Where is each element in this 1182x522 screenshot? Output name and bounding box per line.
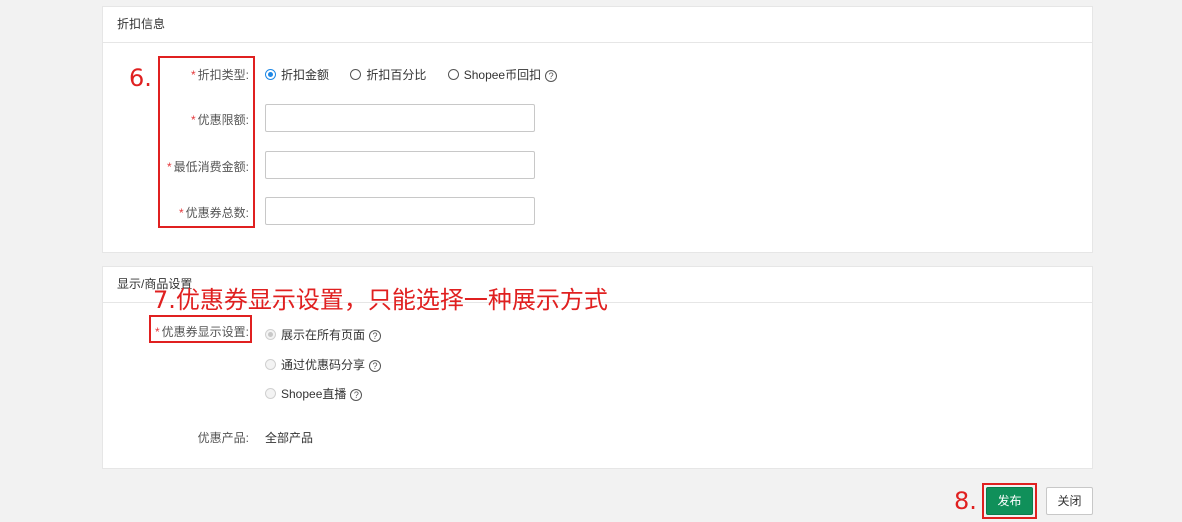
annotation-box-display-label (149, 315, 252, 343)
annotation-step-7: 7.优惠券显示设置，只能选择一种展示方式 (153, 286, 608, 314)
display-option-all-pages[interactable]: 展示在所有页面? (265, 326, 382, 343)
product-label: 优惠产品: (197, 431, 249, 445)
display-option-live[interactable]: Shopee直播? (265, 385, 363, 402)
discount-type-option-percent[interactable]: 折扣百分比 (350, 66, 426, 83)
coupon-total-input[interactable] (265, 197, 535, 225)
question-circle-icon[interactable]: ? (350, 389, 363, 401)
radio-icon[interactable] (265, 329, 276, 340)
annotation-box-discount-labels (158, 56, 255, 228)
product-row: 优惠产品: 全部产品 (103, 428, 1092, 445)
radio-icon[interactable] (265, 388, 276, 399)
display-option-code-share[interactable]: 通过优惠码分享? (265, 356, 382, 373)
radio-icon[interactable] (350, 69, 362, 80)
publish-button[interactable]: 发布 (986, 487, 1033, 515)
question-circle-icon[interactable]: ? (369, 360, 382, 372)
product-value: 全部产品 (265, 431, 314, 445)
min-spend-input[interactable] (265, 151, 535, 179)
discount-type-option-amount[interactable]: 折扣金额 (265, 66, 329, 83)
annotation-step-8: 8. (954, 487, 977, 515)
radio-icon[interactable] (265, 359, 276, 370)
discount-limit-input[interactable] (265, 104, 535, 132)
close-button[interactable]: 关闭 (1046, 487, 1093, 515)
discount-panel-title: 折扣信息 (103, 7, 1092, 43)
radio-icon[interactable] (265, 69, 276, 80)
annotation-step-6: 6. (129, 64, 152, 92)
discount-type-options: 折扣金额 折扣百分比 Shopee币回扣? (265, 66, 575, 83)
question-circle-icon[interactable]: ? (545, 70, 558, 82)
question-circle-icon[interactable]: ? (369, 330, 382, 342)
radio-icon[interactable] (447, 69, 459, 80)
discount-type-option-coins[interactable]: Shopee币回扣? (447, 66, 558, 83)
